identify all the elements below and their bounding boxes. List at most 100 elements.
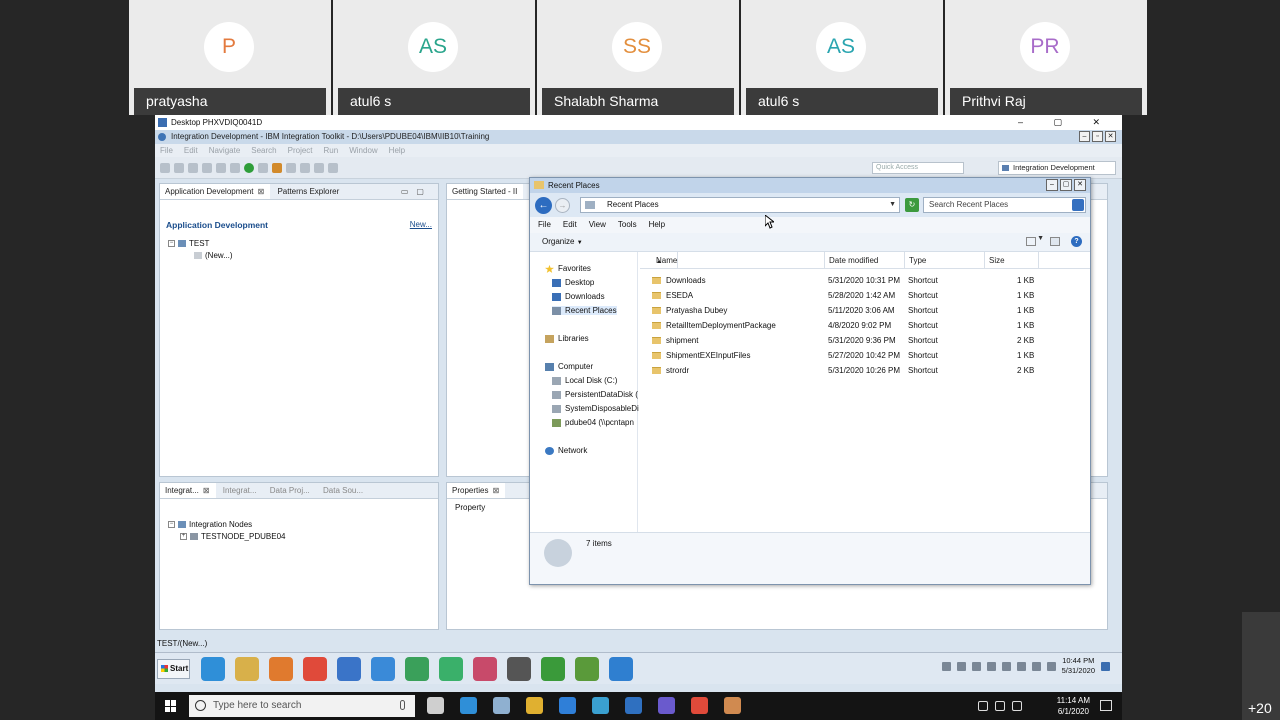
microphone-icon[interactable] (400, 700, 405, 710)
list-item[interactable]: ESEDA 5/28/2020 1:42 AM Shortcut 1 KB (640, 288, 1090, 303)
list-item[interactable]: ShipmentEXEInputFiles 5/27/2020 10:42 PM… (640, 348, 1090, 363)
menu-search[interactable]: Search (251, 144, 276, 157)
wand-icon[interactable] (300, 163, 310, 173)
nav-recent-places[interactable]: Recent Places (552, 306, 617, 315)
tab-integration-2[interactable]: Integrat... (218, 483, 263, 498)
nav-downloads[interactable]: Downloads (552, 292, 605, 301)
nav-system-disk[interactable]: SystemDisposableDi (552, 404, 639, 413)
tree-item-new[interactable]: (New...) (194, 251, 233, 260)
participant-tile[interactable]: P pratyasha (129, 0, 331, 115)
windows-start-icon[interactable] (165, 700, 177, 712)
participant-tile[interactable]: AS atul6 s (741, 0, 943, 115)
minimize-button[interactable]: – (1046, 179, 1058, 191)
keyboard-icon[interactable] (1012, 701, 1022, 711)
new-link[interactable]: New... (410, 220, 432, 229)
new-icon[interactable] (160, 163, 170, 173)
participant-tile[interactable]: AS atul6 s (333, 0, 535, 115)
nav-favorites[interactable]: Favorites (545, 264, 591, 273)
tray-icon[interactable] (1001, 661, 1011, 671)
nav-desktop[interactable]: Desktop (552, 278, 594, 287)
restore-button[interactable]: ▫ (1092, 131, 1103, 142)
close-icon[interactable]: ⊠ (492, 486, 499, 495)
flag-icon[interactable] (1101, 661, 1110, 671)
tray-icon[interactable] (1031, 661, 1041, 671)
more-participants-count[interactable]: +20 (1248, 700, 1272, 716)
close-icon[interactable]: ⊠ (258, 187, 265, 196)
menu-file[interactable]: File (538, 217, 551, 233)
preview-pane-icon[interactable] (1050, 237, 1060, 246)
back-icon[interactable] (314, 163, 324, 173)
chevron-down-icon[interactable]: ▼ (889, 198, 896, 212)
taskbar-app-icon[interactable] (303, 657, 327, 681)
pinned-app-icon[interactable] (493, 697, 510, 714)
copy-icon[interactable] (202, 163, 212, 173)
nav-network[interactable]: Network (545, 446, 587, 455)
volume-icon[interactable] (995, 701, 1005, 711)
menu-view[interactable]: View (589, 217, 606, 233)
pinned-app-icon[interactable] (526, 697, 543, 714)
refresh-button[interactable]: ↻ (905, 198, 919, 212)
tab-integration-nodes[interactable]: Integrat... ⊠ (160, 483, 216, 498)
forward-button[interactable]: → (555, 198, 570, 213)
column-date[interactable]: Date modified (825, 252, 905, 269)
nav-network-drive[interactable]: pdube04 (\\pcntapn (552, 418, 634, 427)
tab-application-development[interactable]: Application Development ⊠ (160, 184, 271, 199)
tray-icon[interactable] (941, 661, 951, 671)
column-type[interactable]: Type (905, 252, 985, 269)
pinned-app-icon[interactable] (724, 697, 741, 714)
forward-icon[interactable] (328, 163, 338, 173)
taskbar-app-icon[interactable] (575, 657, 599, 681)
list-item[interactable]: strordr 5/31/2020 10:26 PM Shortcut 2 KB (640, 363, 1090, 378)
search-input[interactable]: Search Recent Places (923, 197, 1086, 213)
debug-icon[interactable] (230, 163, 240, 173)
chevron-down-icon[interactable]: ▼ (1037, 235, 1044, 242)
tree-item-integration-nodes[interactable]: − Integration Nodes (168, 520, 252, 529)
nav-local-disk[interactable]: Local Disk (C:) (552, 376, 617, 385)
tab-properties[interactable]: Properties ⊠ (447, 483, 506, 498)
remote-window-controls[interactable]: – ▢ ✕ (1018, 115, 1114, 130)
collapse-icon[interactable]: − (168, 521, 175, 529)
tab-getting-started[interactable]: Getting Started - II (447, 184, 524, 199)
organize-button[interactable]: Organize ▼ (542, 236, 583, 249)
tray-icon[interactable] (1046, 661, 1056, 671)
save-icon[interactable] (174, 163, 184, 173)
tray-icon[interactable] (971, 661, 981, 671)
pinned-app-icon[interactable] (691, 697, 708, 714)
column-size[interactable]: Size (985, 252, 1039, 269)
paste-icon[interactable] (216, 163, 226, 173)
taskbar-app-icon[interactable] (371, 657, 395, 681)
close-button[interactable]: ✕ (1105, 131, 1116, 142)
taskbar-clock[interactable]: 11:14 AM 6/1/2020 (1057, 695, 1090, 717)
chevron-up-icon[interactable] (963, 701, 971, 711)
perspective-switcher[interactable]: Integration Development (998, 161, 1116, 175)
taskbar-search-input[interactable]: Type here to search (189, 695, 415, 717)
run-icon[interactable] (244, 163, 254, 173)
tab-data-project[interactable]: Data Proj... (265, 483, 316, 498)
tree-item-node[interactable]: + TESTNODE_PDUBE04 (180, 532, 285, 541)
list-item[interactable]: RetailItemDeploymentPackage 4/8/2020 9:0… (640, 318, 1090, 333)
tab-data-source[interactable]: Data Sou... (318, 483, 369, 498)
menu-help[interactable]: Help (389, 144, 405, 157)
tray-icon[interactable] (956, 661, 966, 671)
print-icon[interactable] (188, 163, 198, 173)
close-icon[interactable]: ⊠ (203, 486, 210, 495)
pinned-app-icon[interactable] (427, 697, 444, 714)
pane-controls[interactable]: ▭▢ (401, 187, 432, 197)
start-button[interactable]: Start (157, 659, 190, 679)
search-icon[interactable] (1072, 199, 1084, 211)
menu-file[interactable]: File (160, 144, 173, 157)
menu-tools[interactable]: Tools (618, 217, 637, 233)
quick-access-input[interactable]: Quick Access (872, 162, 964, 174)
nav-persistent-disk[interactable]: PersistentDataDisk ( (552, 390, 638, 399)
network-icon[interactable] (978, 701, 988, 711)
taskbar-app-icon[interactable] (235, 657, 259, 681)
help-icon[interactable]: ? (1071, 236, 1082, 247)
list-item[interactable]: Pratyasha Dubey 5/11/2020 3:06 AM Shortc… (640, 303, 1090, 318)
taskbar-app-icon[interactable] (541, 657, 565, 681)
participant-tile[interactable]: PR Prithvi Raj (945, 0, 1147, 115)
list-item[interactable]: shipment 5/31/2020 9:36 PM Shortcut 2 KB (640, 333, 1090, 348)
list-item[interactable]: Downloads 5/31/2020 10:31 PM Shortcut 1 … (640, 273, 1090, 288)
address-input[interactable]: Recent Places ▼ (580, 197, 900, 213)
menu-run[interactable]: Run (324, 144, 339, 157)
menu-edit[interactable]: Edit (184, 144, 198, 157)
